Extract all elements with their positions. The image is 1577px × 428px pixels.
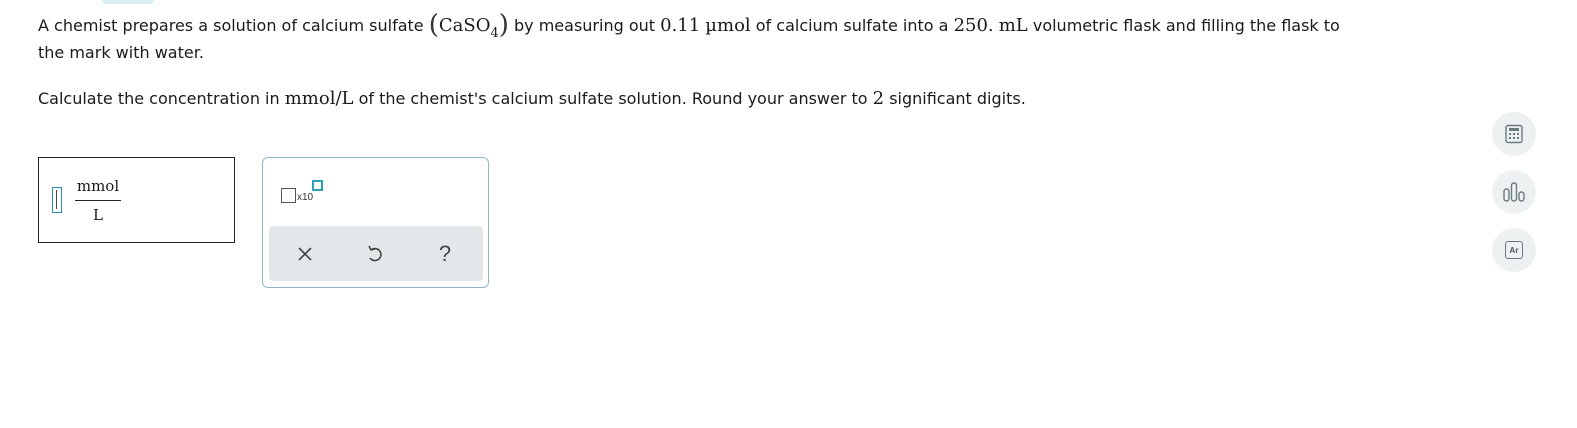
fraction-bar [75,200,121,201]
question-text-segment: by measuring out [508,16,661,35]
calculator-button[interactable] [1492,112,1536,156]
question-text-segment: significant digits. [884,89,1026,108]
undo-icon [368,245,382,261]
math-palette: x10 ? [262,157,489,288]
scientific-notation-button[interactable]: x10 [281,178,327,206]
volume-unit: mL [998,15,1028,36]
undo-button[interactable] [345,226,405,281]
question-text-segment: volumetric flask and filling the flask t… [1027,16,1340,35]
mantissa-box-icon [281,188,296,203]
unit-numerator: mmol [76,177,120,195]
answer-unit-fraction: mmol L [75,176,121,225]
answer-input-box[interactable]: mmol L [38,157,235,243]
formula-subscript: 4 [490,26,499,41]
unit-denominator: L [93,206,103,224]
volume-value: 250. [953,15,994,36]
question-text-segment: of calcium sulfate into a [750,16,954,35]
answer-input-slot[interactable] [52,187,62,213]
periodic-table-icon: Ar [1505,241,1523,259]
times-ten-label: x10 [297,192,314,203]
question-text: A chemist prepares a solution of calcium… [38,8,1458,114]
data-chart-button[interactable] [1492,170,1536,214]
question-line-2: the mark with water. [38,43,204,62]
close-paren: ) [498,10,509,40]
question-text-segment: Calculate the concentration in [38,89,285,108]
chart-icon [1503,182,1525,202]
exponent-box-icon [312,180,323,191]
formula-main: CaSO [438,15,491,36]
open-paren: ( [428,10,439,40]
close-icon [298,246,312,261]
top-tab-indicator [102,0,154,4]
amount-unit: µmol [705,15,751,36]
question-text-segment: A chemist prepares a solution of calcium… [38,16,429,35]
significant-digits-count: 2 [872,88,885,109]
help-button[interactable]: ? [415,226,475,281]
clear-button[interactable] [275,226,335,281]
periodic-table-button[interactable]: Ar [1492,228,1536,272]
question-line-3: Calculate the concentration in mmol/L of… [38,84,1458,114]
question-text-segment: of the chemist's calcium sulfate solutio… [353,89,873,108]
question-line-1: A chemist prepares a solution of calcium… [38,8,1458,41]
question-mark-icon: ? [438,240,452,266]
amount-value: 0.11 [660,15,701,36]
calculator-icon [1505,124,1523,144]
concentration-unit: mmol/L [284,88,354,109]
palette-action-row: ? [269,226,483,281]
